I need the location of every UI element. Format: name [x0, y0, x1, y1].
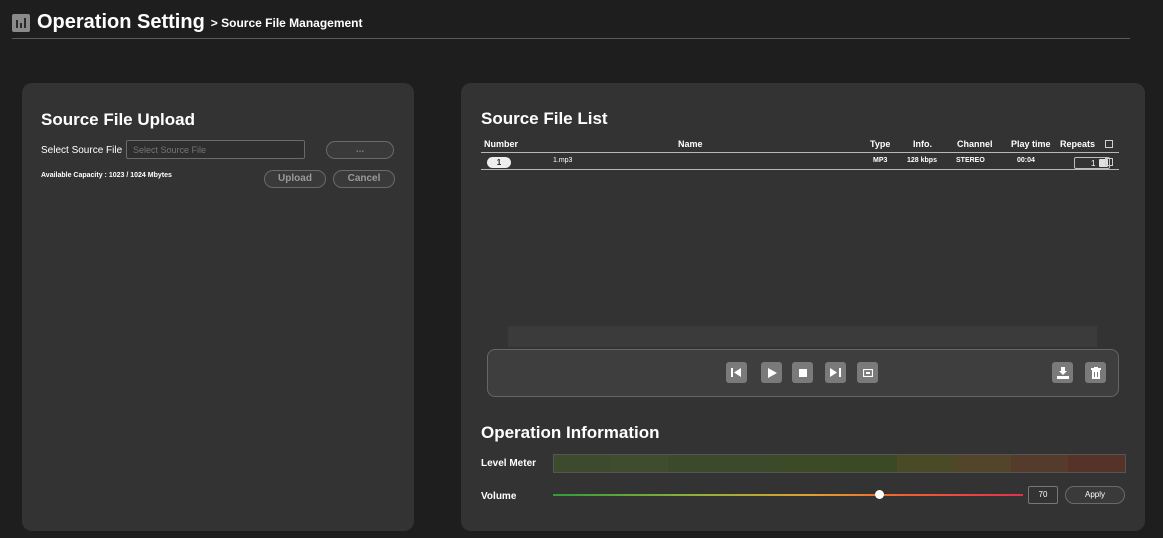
- table-row[interactable]: 1 1.mp3 MP3 128 kbps STEREO 00:04 1: [481, 154, 1119, 170]
- row-play-time: 00:04: [1017, 157, 1035, 164]
- meter-segment: [1010, 455, 1068, 472]
- upload-panel: Source File Upload Select Source File ..…: [22, 83, 414, 531]
- stop-button[interactable]: [792, 362, 813, 383]
- col-channel: Channel: [957, 139, 993, 149]
- delete-button[interactable]: [1085, 362, 1106, 383]
- source-list-panel: Source File List Number Name Type Info. …: [461, 83, 1145, 531]
- meter-segment: [896, 455, 954, 472]
- page-title: Operation Setting: [37, 11, 205, 33]
- source-list-title: Source File List: [481, 109, 608, 128]
- table-header: Number Name Type Info. Channel Play time…: [481, 136, 1119, 153]
- meter-segment: [1067, 455, 1125, 472]
- select-file-label: Select Source File: [41, 145, 123, 156]
- horizontal-scrollbar[interactable]: [508, 326, 1097, 347]
- volume-slider-track[interactable]: [553, 494, 1023, 496]
- chart-bar-icon: [12, 14, 30, 32]
- meter-segment: [953, 455, 1011, 472]
- select-all-checkbox[interactable]: [1105, 140, 1113, 148]
- row-type: MP3: [873, 157, 888, 164]
- browse-button[interactable]: ...: [326, 141, 394, 159]
- next-button[interactable]: [825, 362, 846, 383]
- row-channel: STEREO: [956, 157, 985, 164]
- col-type: Type: [870, 139, 891, 149]
- volume-value[interactable]: 70: [1028, 486, 1058, 504]
- meter-segment: [554, 455, 612, 472]
- repeat-icon: [862, 368, 873, 377]
- col-name: Name: [678, 139, 703, 149]
- trash-icon: [1090, 366, 1101, 379]
- meter-segment: [839, 455, 897, 472]
- cancel-button[interactable]: Cancel: [333, 170, 395, 188]
- meter-segment: [611, 455, 669, 472]
- row-info: 128 kbps: [907, 157, 937, 164]
- previous-icon: [731, 368, 741, 377]
- repeats-value: 1: [1091, 159, 1096, 168]
- upload-button[interactable]: Upload: [264, 170, 326, 188]
- level-meter: [553, 454, 1126, 473]
- level-meter-label: Level Meter: [481, 458, 537, 469]
- stop-icon: [798, 368, 807, 377]
- col-play-time: Play time: [1011, 139, 1051, 149]
- row-checkbox[interactable]: [1105, 158, 1113, 166]
- next-icon: [830, 368, 841, 377]
- apply-button[interactable]: Apply: [1065, 486, 1125, 504]
- col-info: Info.: [913, 139, 932, 149]
- download-icon: [1056, 366, 1069, 379]
- volume-slider-thumb[interactable]: [875, 490, 884, 499]
- play-button[interactable]: [761, 362, 782, 383]
- operation-info-title: Operation Information: [481, 423, 660, 442]
- col-repeats: Repeats: [1060, 139, 1096, 149]
- meter-segment: [668, 455, 726, 472]
- download-button[interactable]: [1052, 362, 1073, 383]
- available-capacity: Available Capacity : 1023 / 1024 Mbytes: [41, 172, 172, 179]
- row-number: 1: [487, 157, 511, 168]
- previous-button[interactable]: [726, 362, 747, 383]
- play-icon: [767, 367, 777, 378]
- player-controls: [487, 349, 1119, 397]
- col-number: Number: [484, 139, 519, 149]
- upload-title: Source File Upload: [41, 110, 195, 129]
- meter-segment: [782, 455, 840, 472]
- select-file-input[interactable]: [126, 140, 305, 159]
- volume-label: Volume: [481, 491, 517, 502]
- page-header: Operation Setting > Source File Manageme…: [12, 8, 1130, 39]
- repeat-button[interactable]: [857, 362, 878, 383]
- row-name: 1.mp3: [553, 157, 573, 164]
- meter-segment: [725, 455, 783, 472]
- breadcrumb: > Source File Management: [210, 16, 363, 30]
